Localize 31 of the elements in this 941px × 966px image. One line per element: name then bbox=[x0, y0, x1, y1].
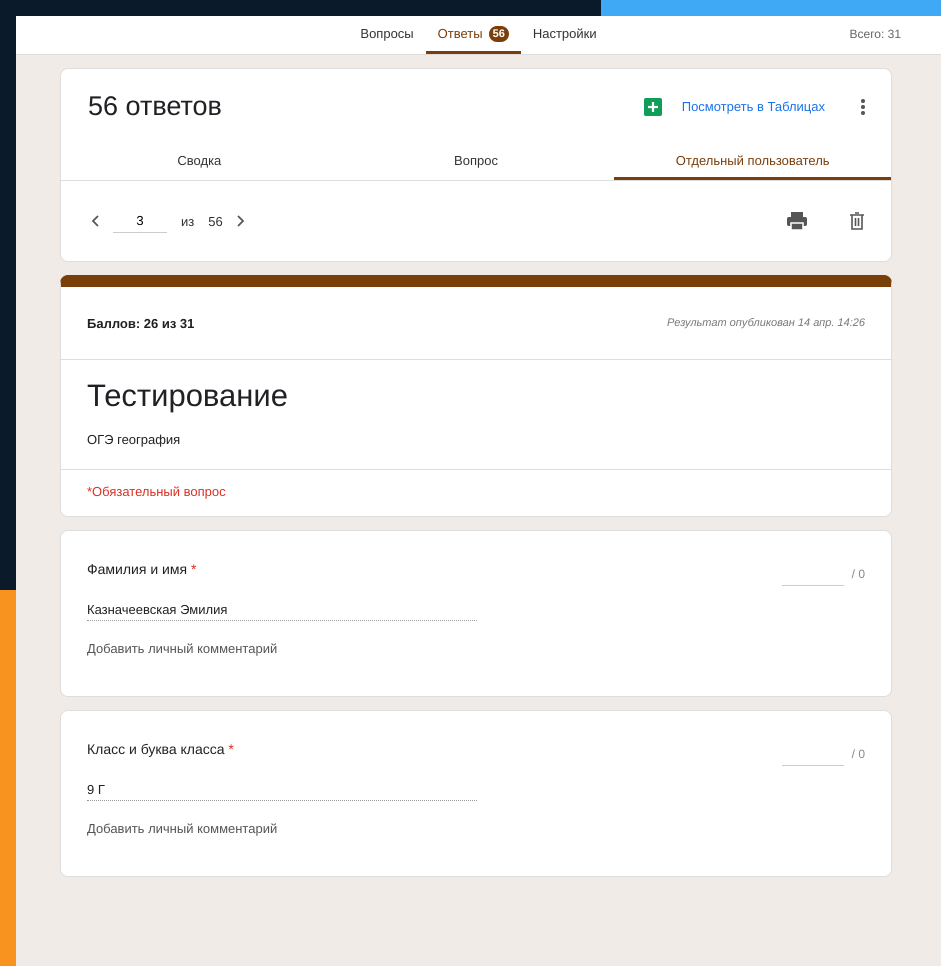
answer-text: Казначеевская Эмилия bbox=[87, 602, 477, 621]
responses-title: 56 ответов bbox=[88, 91, 223, 122]
response-tab[interactable]: Сводка bbox=[61, 144, 338, 180]
print-icon[interactable] bbox=[787, 212, 807, 230]
max-points: / 0 bbox=[852, 746, 865, 760]
add-comment-link[interactable]: Добавить личный комментарий bbox=[87, 641, 278, 656]
form-title: Тестирование bbox=[87, 378, 289, 414]
nav-tab[interactable]: Настройки bbox=[520, 16, 609, 54]
nav-tab[interactable]: Ответы 56 bbox=[426, 16, 521, 54]
question-title: Класс и буква класса * bbox=[87, 741, 234, 757]
max-points: / 0 bbox=[852, 566, 865, 580]
next-icon[interactable] bbox=[236, 215, 245, 227]
response-tab[interactable]: Вопрос bbox=[338, 144, 614, 180]
add-comment-link[interactable]: Добавить личный комментарий bbox=[87, 821, 278, 836]
nav-tab[interactable]: Вопросы bbox=[348, 16, 426, 54]
form-description: ОГЭ география bbox=[87, 432, 182, 447]
total-points: Всего: 31 bbox=[850, 27, 901, 41]
published-text: Результат опубликован 14 апр. 14:26 bbox=[666, 317, 865, 329]
question-title: Фамилия и имя * bbox=[87, 561, 196, 577]
response-tab[interactable]: Отдельный пользователь bbox=[614, 144, 892, 180]
score-text: Баллов: 26 из 31 bbox=[87, 316, 194, 330]
spreadsheet-icon bbox=[644, 98, 662, 116]
more-options-icon[interactable] bbox=[861, 98, 865, 114]
required-note: *Обязательный вопрос bbox=[86, 483, 227, 501]
answer-text: 9 Г bbox=[87, 782, 477, 801]
previous-icon[interactable] bbox=[91, 215, 99, 227]
of-label: из bbox=[181, 214, 194, 228]
trash-icon[interactable] bbox=[849, 212, 865, 230]
count-badge: 56 bbox=[488, 26, 509, 42]
sheets-link[interactable]: Посмотреть в Таблицах bbox=[638, 96, 831, 116]
total-count: 56 bbox=[208, 214, 223, 228]
